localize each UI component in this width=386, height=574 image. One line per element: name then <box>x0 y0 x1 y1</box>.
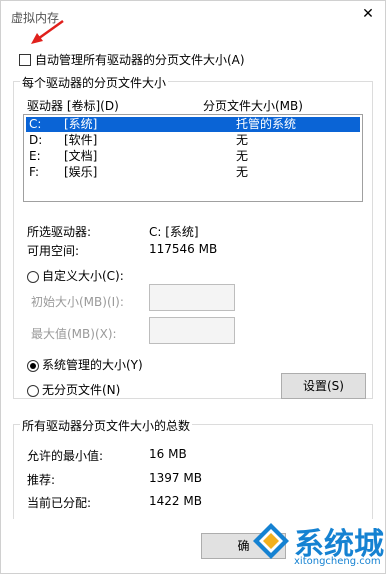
system-managed-radio[interactable] <box>27 359 39 372</box>
system-managed-label: 系统管理的大小(Y) <box>42 358 143 372</box>
red-arrow-icon <box>31 19 64 44</box>
initial-size-label: 初始大小(MB)(I): <box>31 295 124 309</box>
watermark-url: xitongcheng.com <box>294 556 381 567</box>
drive-label: [文档] <box>64 149 98 163</box>
auto-manage-checkbox-row[interactable]: 自动管理所有驱动器的分页文件大小(A) <box>19 51 245 68</box>
auto-manage-checkbox[interactable] <box>19 53 31 66</box>
drive-row-c[interactable]: C: [系统] 托管的系统 <box>26 117 360 132</box>
virtual-memory-dialog: 虚拟内存 ✕ 自动管理所有驱动器的分页文件大小(A) 每个驱动器的分页文件大小 … <box>0 0 386 574</box>
selected-drive-label: 所选驱动器: <box>27 225 92 239</box>
drive-row-d[interactable]: D: [软件] 无 <box>26 133 360 148</box>
current-allocated-value: 1422 MB <box>149 494 202 508</box>
close-icon[interactable]: ✕ <box>359 5 377 23</box>
drive-letter: C: <box>29 117 42 131</box>
recommended-label: 推荐: <box>27 473 56 487</box>
drive-label: [娱乐] <box>64 165 98 179</box>
min-size-label: 允许的最小值: <box>27 449 104 463</box>
current-allocated-label: 当前已分配: <box>27 496 92 510</box>
drive-letter: E: <box>29 149 41 163</box>
drive-size: 托管的系统 <box>236 117 297 131</box>
max-size-label: 最大值(MB)(X): <box>31 327 117 341</box>
set-button[interactable]: 设置(S) <box>281 373 366 399</box>
free-space-value: 117546 MB <box>149 242 218 256</box>
drive-row-e[interactable]: E: [文档] 无 <box>26 149 360 164</box>
drive-row-f[interactable]: F: [娱乐] 无 <box>26 165 360 180</box>
drive-letter: F: <box>29 165 40 179</box>
custom-size-option[interactable]: 自定义大小(C): <box>27 267 124 284</box>
no-paging-radio[interactable] <box>27 384 39 397</box>
custom-size-radio[interactable] <box>27 270 39 283</box>
drive-label: [系统] <box>64 117 98 131</box>
drives-group-title: 每个驱动器的分页文件大小 <box>20 74 169 91</box>
drive-label: [软件] <box>64 133 98 147</box>
max-size-input[interactable] <box>149 317 235 344</box>
drive-size: 无 <box>236 165 249 179</box>
column-size: 分页文件大小(MB) <box>203 99 303 113</box>
column-drive: 驱动器 [卷标](D) <box>27 99 119 113</box>
recommended-value: 1397 MB <box>149 471 202 485</box>
auto-manage-label: 自动管理所有驱动器的分页文件大小(A) <box>35 53 245 67</box>
selected-drive-value: C: [系统] <box>149 225 199 239</box>
custom-size-label: 自定义大小(C): <box>42 269 124 283</box>
drive-size: 无 <box>236 133 249 147</box>
no-paging-option[interactable]: 无分页文件(N) <box>27 381 120 398</box>
drive-letter: D: <box>29 133 43 147</box>
watermark-logo-icon <box>253 523 289 559</box>
min-size-value: 16 MB <box>149 447 187 461</box>
system-managed-option[interactable]: 系统管理的大小(Y) <box>27 356 143 373</box>
drive-list[interactable]: C: [系统] 托管的系统 D: [软件] 无 E: [文档] 无 F: [娱乐… <box>23 114 363 202</box>
drive-size: 无 <box>236 149 249 163</box>
no-paging-label: 无分页文件(N) <box>42 383 121 397</box>
free-space-label: 可用空间: <box>27 244 80 258</box>
initial-size-input[interactable] <box>149 284 235 311</box>
totals-group-title: 所有驱动器分页文件大小的总数 <box>20 417 193 434</box>
